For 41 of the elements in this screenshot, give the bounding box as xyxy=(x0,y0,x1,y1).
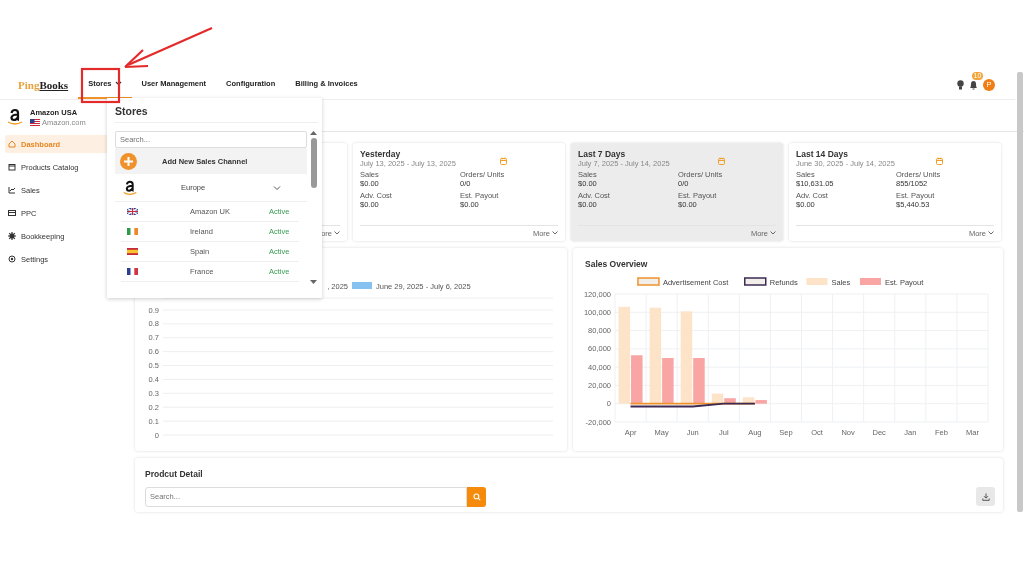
calendar-icon[interactable] xyxy=(936,157,943,166)
line-chart-icon xyxy=(8,186,16,194)
scrollbar[interactable] xyxy=(1017,72,1023,512)
home-icon xyxy=(8,140,16,148)
flag-icon xyxy=(127,248,138,255)
card-icon xyxy=(8,209,16,217)
download-button[interactable] xyxy=(976,487,995,507)
download-icon xyxy=(981,492,990,501)
search-icon xyxy=(472,492,481,501)
highlight-frame xyxy=(80,67,121,104)
chevron-down-icon xyxy=(770,231,776,236)
card-title: Last 7 Days xyxy=(578,148,627,159)
section-title: Prodcut Detail xyxy=(145,467,204,481)
catalog-icon xyxy=(8,163,16,171)
chevron-down-icon xyxy=(552,231,558,236)
amazon-logo-icon xyxy=(121,178,139,197)
flag-icon xyxy=(30,118,40,126)
lightbulb-icon[interactable] xyxy=(957,79,964,90)
calendar-icon[interactable] xyxy=(718,157,725,166)
chart-title: Sales Overview xyxy=(584,257,649,271)
plus-circle-icon xyxy=(120,152,137,170)
scroll-down-icon[interactable] xyxy=(310,280,317,284)
search-button[interactable] xyxy=(467,486,486,507)
flag-icon xyxy=(127,268,138,275)
flag-icon xyxy=(127,208,138,215)
settings-icon xyxy=(8,255,16,263)
scrollbar[interactable] xyxy=(309,131,318,284)
chevron-icon xyxy=(273,184,282,191)
card-title: Yesterday xyxy=(360,148,402,159)
chevron-down-icon xyxy=(334,231,340,236)
card-title: Last 14 Days xyxy=(796,148,849,159)
amazon-logo-icon xyxy=(5,107,25,127)
gear-icon xyxy=(8,232,16,240)
scroll-up-icon[interactable] xyxy=(310,131,317,135)
flag-icon xyxy=(127,228,138,235)
calendar-icon[interactable] xyxy=(500,157,507,166)
bell-icon[interactable] xyxy=(969,79,978,90)
logo[interactable]: PingBooks xyxy=(18,78,69,91)
chevron-down-icon xyxy=(114,81,122,86)
chevron-down-icon xyxy=(988,231,994,236)
menu-title: Stores xyxy=(115,98,318,123)
